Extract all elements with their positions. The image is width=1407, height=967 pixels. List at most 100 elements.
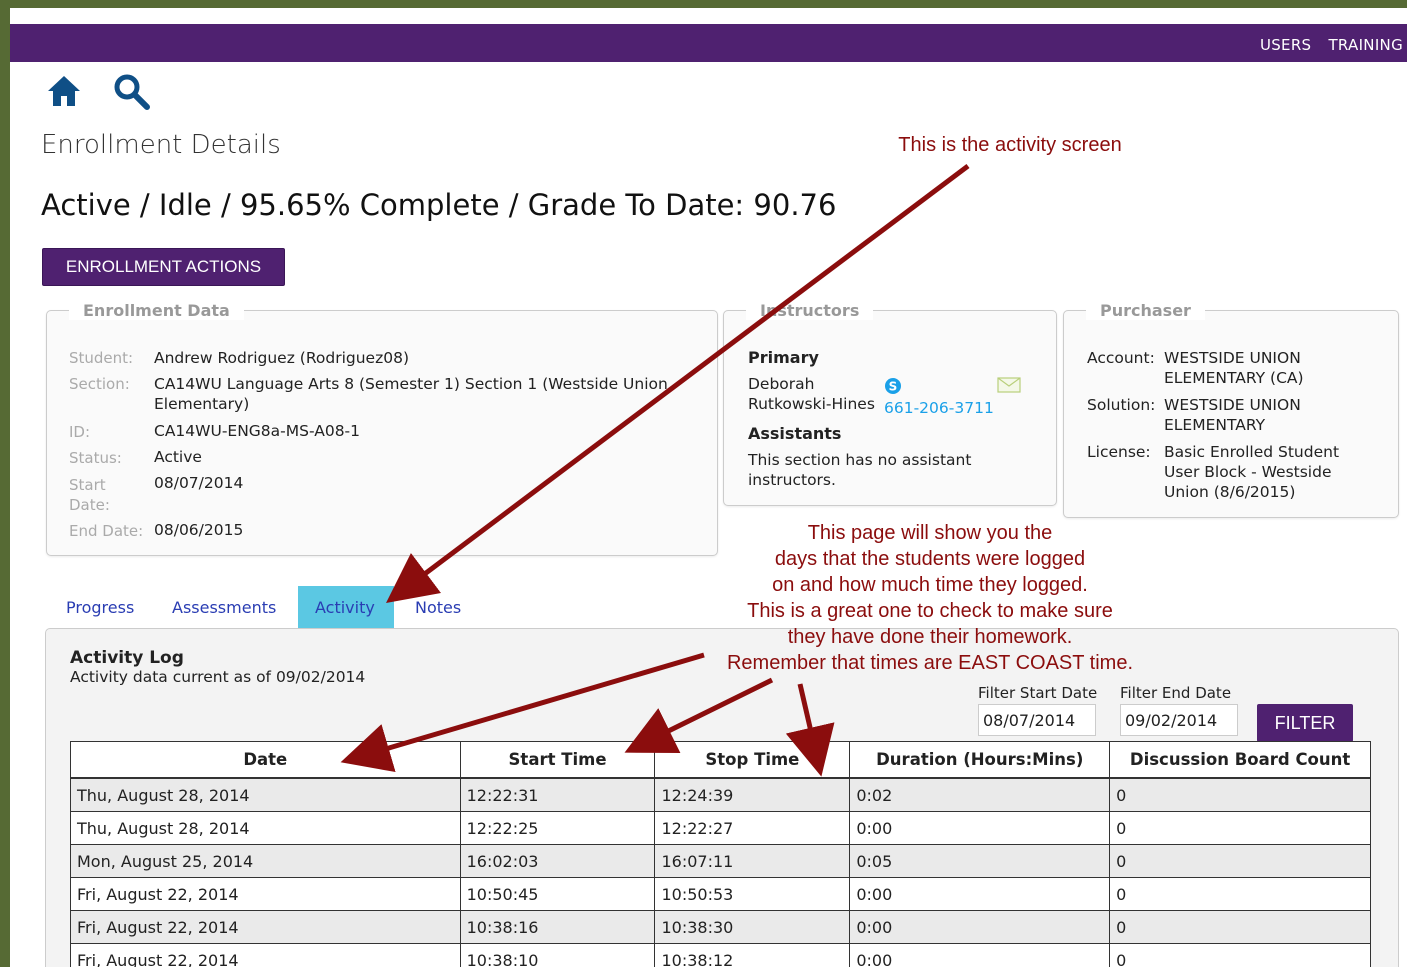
cell-start: 10:38:10	[459, 943, 656, 967]
nav-training[interactable]: TRAINING	[1328, 36, 1403, 54]
solution-value: WESTSIDE UNION ELEMENTARY	[1164, 396, 1301, 434]
cell-stop: 10:38:30	[654, 910, 851, 944]
col-header-date[interactable]: Date	[70, 741, 461, 779]
activity-log-title: Activity Log	[70, 648, 184, 668]
cell-date: Mon, August 25, 2014	[70, 844, 461, 878]
end-date-label: End Date:	[69, 522, 144, 540]
email-icon[interactable]	[997, 377, 1021, 393]
annotation-line: days that the students were logged	[774, 548, 1086, 570]
col-header-discussion-count[interactable]: Discussion Board Count	[1109, 741, 1371, 779]
cell-stop: 10:50:53	[654, 877, 851, 911]
skype-icon[interactable]: S	[884, 377, 902, 395]
table-header-row: Date Start Time Stop Time Duration (Hour…	[70, 741, 1371, 779]
tab-assessments[interactable]: Assessments	[172, 598, 276, 617]
primary-heading: Primary	[748, 348, 819, 367]
cell-count: 0	[1109, 943, 1371, 967]
table-row: Fri, August 22, 2014 10:38:16 10:38:30 0…	[70, 910, 1371, 944]
top-nav: USERS TRAINING	[1248, 36, 1403, 54]
primary-instructor-name: Deborah Rutkowski-Hines	[748, 375, 875, 413]
svg-text:S: S	[889, 380, 898, 394]
purchaser-legend: Purchaser	[1086, 301, 1205, 320]
table-row: Fri, August 22, 2014 10:38:10 10:38:12 0…	[70, 943, 1371, 967]
id-value: CA14WU-ENG8a-MS-A08-1	[154, 422, 361, 440]
tab-notes[interactable]: Notes	[415, 598, 461, 617]
activity-table: Date Start Time Stop Time Duration (Hour…	[70, 741, 1371, 967]
tab-activity[interactable]: Activity	[315, 598, 375, 617]
cell-duration: 0:05	[849, 844, 1111, 878]
status-value: Active	[154, 448, 202, 466]
cell-date: Thu, August 28, 2014	[70, 777, 461, 812]
cell-date: Fri, August 22, 2014	[70, 877, 461, 911]
enrollment-status-heading: Active / Idle / 95.65% Complete / Grade …	[41, 188, 837, 222]
cell-stop: 12:24:39	[654, 777, 851, 812]
start-date-value: 08/07/2014	[154, 474, 244, 492]
cell-duration: 0:00	[849, 877, 1111, 911]
purchaser-panel: Purchaser Account: WESTSIDE UNION ELEMEN…	[1063, 301, 1399, 518]
filter-end-label: Filter End Date	[1120, 684, 1232, 702]
filter-start-date-input[interactable]: 08/07/2014	[978, 704, 1096, 736]
student-label: Student:	[69, 349, 134, 367]
cell-duration: 0:00	[849, 943, 1111, 967]
cell-count: 0	[1109, 811, 1371, 845]
col-header-stop-time[interactable]: Stop Time	[654, 741, 851, 779]
home-icon[interactable]	[46, 74, 82, 108]
table-row: Thu, August 28, 2014 12:22:25 12:22:27 0…	[70, 811, 1371, 845]
annotation-top: This is the activity screen	[898, 134, 1122, 156]
cell-start: 12:22:25	[459, 811, 656, 845]
section-value: CA14WU Language Arts 8 (Semester 1) Sect…	[154, 375, 668, 413]
table-row: Mon, August 25, 2014 16:02:03 16:07:11 0…	[70, 844, 1371, 878]
status-label: Status:	[69, 449, 122, 467]
cell-date: Fri, August 22, 2014	[70, 943, 461, 967]
annotation-line: Remember that times are EAST COAST time.	[726, 652, 1134, 674]
annotation-line: on and how much time they logged.	[772, 574, 1088, 596]
cell-start: 10:38:16	[459, 910, 656, 944]
enrollment-data-panel: Enrollment Data Student: Andrew Rodrigue…	[46, 301, 718, 556]
cell-duration: 0:00	[849, 910, 1111, 944]
table-row: Thu, August 28, 2014 12:22:31 12:24:39 0…	[70, 777, 1371, 812]
assistants-heading: Assistants	[748, 424, 842, 443]
table-row: Fri, August 22, 2014 10:50:45 10:50:53 0…	[70, 877, 1371, 911]
id-label: ID:	[69, 423, 91, 441]
cell-start: 16:02:03	[459, 844, 656, 878]
cell-start: 10:50:45	[459, 877, 656, 911]
enrollment-actions-button[interactable]: ENROLLMENT ACTIONS	[42, 248, 285, 286]
account-value: WESTSIDE UNION ELEMENTARY (CA)	[1164, 349, 1304, 387]
instructor-phone-link[interactable]: 661-206-3711	[884, 398, 994, 418]
enrollment-data-legend: Enrollment Data	[69, 301, 244, 320]
cell-date: Fri, August 22, 2014	[70, 910, 461, 944]
page: USERS TRAINING Enrollment Details Active…	[10, 8, 1407, 967]
cell-count: 0	[1109, 877, 1371, 911]
section-label: Section:	[69, 375, 130, 393]
cell-count: 0	[1109, 910, 1371, 944]
annotation-line: This is a great one to check to make sur…	[747, 600, 1113, 622]
nav-users[interactable]: USERS	[1260, 36, 1311, 54]
cell-duration: 0:02	[849, 777, 1111, 812]
filter-button[interactable]: FILTER	[1257, 704, 1353, 742]
cell-start: 12:22:31	[459, 777, 656, 812]
annotation-line: they have done their homework.	[787, 626, 1073, 648]
license-label: License:	[1087, 443, 1151, 461]
license-value: Basic Enrolled Student User Block - West…	[1164, 443, 1340, 501]
filter-start-label: Filter Start Date	[978, 684, 1098, 702]
instructors-panel: Instructors Primary Deborah Rutkowski-Hi…	[723, 301, 1057, 506]
tab-progress[interactable]: Progress	[66, 598, 134, 617]
cell-stop: 16:07:11	[654, 844, 851, 878]
activity-log-subtitle: Activity data current as of 09/02/2014	[70, 668, 366, 686]
assistants-text: This section has no assistant instructor…	[748, 451, 972, 489]
annotation-middle: This page will show you the days that th…	[700, 520, 1160, 676]
top-nav-bar: USERS TRAINING	[10, 24, 1407, 62]
end-date-value: 08/06/2015	[154, 521, 244, 539]
annotation-line: This page will show you the	[807, 522, 1053, 544]
cell-stop: 12:22:27	[654, 811, 851, 845]
cell-date: Thu, August 28, 2014	[70, 811, 461, 845]
cell-count: 0	[1109, 777, 1371, 812]
col-header-duration[interactable]: Duration (Hours:Mins)	[849, 741, 1111, 779]
cell-stop: 10:38:12	[654, 943, 851, 967]
page-title: Enrollment Details	[41, 130, 281, 160]
filter-end-date-input[interactable]: 09/02/2014	[1120, 704, 1238, 736]
solution-label: Solution:	[1087, 396, 1156, 414]
col-header-start-time[interactable]: Start Time	[459, 741, 656, 779]
instructors-legend: Instructors	[746, 301, 874, 320]
student-value: Andrew Rodriguez (Rodriguez08)	[154, 349, 410, 367]
search-icon[interactable]	[112, 72, 152, 110]
